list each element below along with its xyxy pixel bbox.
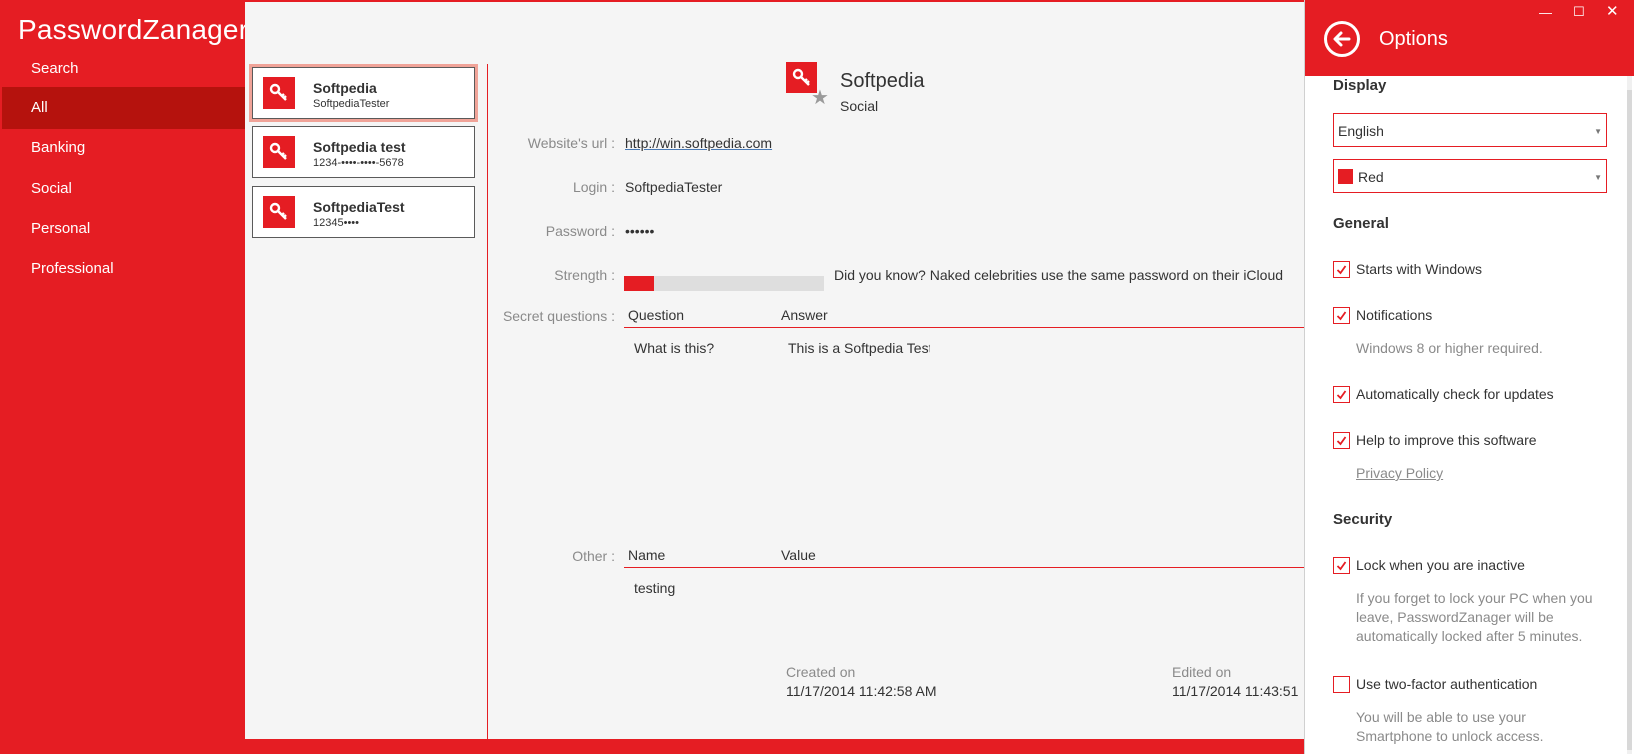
- login-label: Login :: [572, 179, 615, 195]
- checkmark-icon: [1336, 390, 1347, 400]
- strength-meter-fill: [624, 276, 654, 291]
- checkbox-box[interactable]: [1333, 386, 1350, 403]
- checkmark-icon: [1336, 265, 1347, 275]
- strength-meter: [624, 276, 824, 291]
- other-label: Other :: [572, 548, 615, 564]
- created-label: Created on: [786, 664, 856, 680]
- general-section-title: General: [1333, 215, 1389, 232]
- checkbox-box[interactable]: [1333, 557, 1350, 574]
- list-item[interactable]: SoftpediaTest 12345••••: [252, 186, 475, 238]
- other-name-cell[interactable]: testing: [634, 580, 675, 596]
- back-button[interactable]: [1324, 21, 1360, 57]
- entry-detail: ★ Softpedia Social Website's url : http:…: [488, 2, 1304, 739]
- sidebar-item-search[interactable]: Search: [0, 48, 245, 90]
- sidebar-item-banking[interactable]: Banking: [0, 127, 245, 169]
- checkbox-label: Notifications: [1356, 307, 1433, 323]
- checkbox-label: Use two-factor authentication: [1356, 676, 1538, 692]
- strength-label: Strength :: [554, 267, 615, 283]
- key-icon: [263, 77, 295, 109]
- entry-subtitle: 12345••••: [313, 217, 359, 229]
- checkbox-label: Automatically check for updates: [1356, 386, 1554, 402]
- app-title: PasswordZanager: [18, 14, 249, 45]
- entry-name: Softpedia test: [313, 139, 406, 155]
- sidebar-item-personal[interactable]: Personal: [0, 208, 245, 250]
- strength-tip: Did you know? Naked celebrities use the …: [834, 267, 1284, 283]
- pane-divider: [487, 64, 488, 739]
- checkbox-label: Help to improve this software: [1356, 432, 1537, 448]
- column-header-question: Question: [628, 307, 685, 323]
- entry-category: Social: [840, 98, 879, 114]
- language-select-value: English: [1338, 123, 1384, 139]
- key-icon: [263, 136, 295, 168]
- language-select[interactable]: English ▼: [1333, 113, 1607, 147]
- lock-note: If you forget to lock your PC when you l…: [1356, 590, 1593, 644]
- questions-table-header: Question Answer: [624, 300, 1304, 328]
- two-factor-note: You will be able to use your Smartphone …: [1356, 709, 1544, 744]
- minimize-icon[interactable]: —: [1539, 6, 1552, 19]
- close-icon[interactable]: ✕: [1606, 4, 1619, 19]
- password-value[interactable]: ••••••: [625, 223, 654, 239]
- entry-name: Softpedia: [313, 80, 377, 96]
- checkbox-label: Starts with Windows: [1356, 261, 1483, 277]
- url-link[interactable]: http://win.softpedia.com: [625, 135, 772, 151]
- options-header: Options — ☐ ✕: [1305, 0, 1634, 76]
- answer-cell[interactable]: This is a Softpedia Test: [788, 340, 930, 356]
- checkbox-box[interactable]: [1333, 432, 1350, 449]
- key-icon: [263, 196, 295, 228]
- checkbox-box[interactable]: [1333, 261, 1350, 278]
- checkbox-box[interactable]: [1333, 676, 1350, 693]
- color-select-value: Red: [1358, 169, 1384, 185]
- entry-subtitle: 1234-••••-••••-5678: [313, 157, 404, 169]
- password-label: Password :: [545, 223, 615, 239]
- color-select[interactable]: Red ▼: [1333, 159, 1607, 193]
- checkbox-box[interactable]: [1333, 307, 1350, 324]
- created-value: 11/17/2014 11:42:58 AM: [786, 683, 937, 699]
- options-panel: Options — ☐ ✕ Display English ▼ Red ▼ Ge…: [1304, 0, 1634, 754]
- column-header-answer: Answer: [781, 307, 828, 323]
- sidebar-item-all[interactable]: All: [2, 87, 245, 129]
- display-section-title: Display: [1333, 77, 1387, 94]
- bottom-strip: [245, 739, 1304, 754]
- chevron-down-icon: ▼: [1594, 127, 1602, 136]
- color-swatch: [1338, 169, 1353, 184]
- entry-subtitle: SoftpediaTester: [313, 98, 390, 110]
- chevron-down-icon: ▼: [1594, 173, 1602, 182]
- question-cell[interactable]: What is this?: [634, 340, 714, 356]
- sidebar-item-social[interactable]: Social: [0, 168, 245, 210]
- privacy-policy-link[interactable]: Privacy Policy: [1356, 465, 1443, 481]
- checkbox-label: Lock when you are inactive: [1356, 557, 1525, 573]
- other-table-header: Name Value: [624, 540, 1304, 568]
- url-label: Website's url :: [527, 135, 615, 151]
- edited-value: 11/17/2014 11:43:51: [1172, 683, 1299, 699]
- entry-list: Softpedia SoftpediaTester Softpedia test…: [245, 2, 488, 739]
- entry-title: Softpedia: [840, 70, 925, 92]
- edited-label: Edited on: [1172, 664, 1232, 680]
- list-item[interactable]: Softpedia SoftpediaTester: [249, 64, 478, 122]
- column-header-name: Name: [628, 547, 666, 563]
- options-scrollbar-thumb[interactable]: [1627, 90, 1632, 750]
- column-header-value: Value: [781, 547, 816, 563]
- notifications-note: Windows 8 or higher required.: [1356, 340, 1543, 356]
- maximize-icon[interactable]: ☐: [1573, 5, 1585, 18]
- checkmark-icon: [1336, 311, 1347, 321]
- checkmark-icon: [1336, 561, 1347, 571]
- login-value[interactable]: SoftpediaTester: [625, 179, 722, 195]
- checkmark-icon: [1336, 436, 1347, 446]
- arrow-left-icon: [1333, 31, 1351, 47]
- list-item[interactable]: Softpedia test 1234-••••-••••-5678: [252, 126, 475, 178]
- secret-questions-label: Secret questions :: [502, 308, 615, 324]
- entry-name: SoftpediaTest: [313, 199, 405, 215]
- options-title: Options: [1379, 28, 1448, 50]
- security-section-title: Security: [1333, 511, 1393, 528]
- sidebar-item-professional[interactable]: Professional: [0, 248, 245, 290]
- sidebar: PasswordZanager Search All Banking Socia…: [0, 0, 249, 754]
- favorite-star-icon[interactable]: ★: [811, 88, 829, 108]
